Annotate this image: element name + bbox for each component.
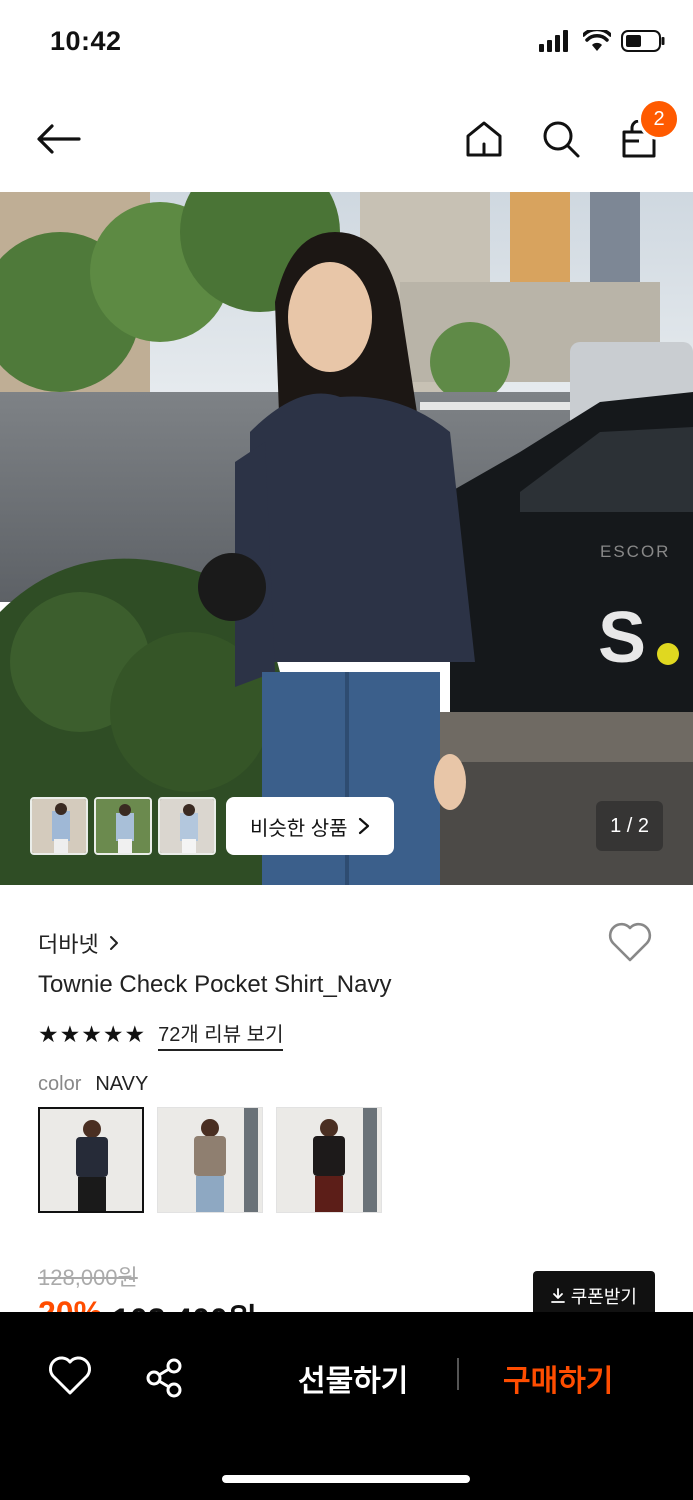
cart-button[interactable]: 2 bbox=[614, 98, 680, 164]
color-swatch-navy[interactable] bbox=[38, 1107, 144, 1213]
status-bar: 10:42 bbox=[0, 0, 693, 86]
svg-text:ESCOR: ESCOR bbox=[600, 542, 670, 561]
home-icon bbox=[466, 121, 502, 157]
reviews-link[interactable]: 72개 리뷰 보기 bbox=[158, 1018, 284, 1051]
wishlist-button[interactable] bbox=[607, 921, 653, 967]
buy-button[interactable]: 구매하기 bbox=[503, 1356, 613, 1400]
thumbnail[interactable] bbox=[94, 797, 152, 855]
top-nav: 2 bbox=[0, 86, 693, 192]
battery-icon bbox=[621, 30, 665, 52]
signal-icon bbox=[539, 30, 568, 52]
product-photo: ESCOR S bbox=[0, 192, 693, 885]
home-button[interactable] bbox=[459, 114, 509, 164]
share-button[interactable] bbox=[142, 1356, 186, 1400]
rating-row: ★★★★★ 72개 리뷰 보기 bbox=[38, 1018, 284, 1051]
color-value: NAVY bbox=[95, 1073, 149, 1095]
bottom-action-bar: 선물하기 구매하기 bbox=[0, 1312, 693, 1500]
home-indicator bbox=[222, 1475, 470, 1483]
divider bbox=[457, 1358, 459, 1390]
product-title: Townie Check Pocket Shirt_Navy bbox=[38, 971, 392, 998]
back-arrow-icon bbox=[37, 124, 81, 154]
share-icon bbox=[146, 1358, 182, 1398]
bottom-wishlist-button[interactable] bbox=[48, 1356, 92, 1400]
chevron-right-icon bbox=[109, 936, 118, 950]
status-time: 10:42 bbox=[50, 26, 122, 56]
color-label: color bbox=[38, 1073, 82, 1095]
image-page-indicator: 1 / 2 bbox=[596, 801, 663, 851]
coupon-label: 쿠폰받기 bbox=[570, 1287, 637, 1307]
original-price: 128,000원 bbox=[38, 1265, 138, 1290]
brand-link[interactable]: 더바넷 bbox=[38, 927, 119, 959]
search-button[interactable] bbox=[536, 114, 586, 164]
brand-name: 더바넷 bbox=[38, 932, 99, 957]
heart-icon bbox=[49, 1356, 91, 1395]
heart-icon bbox=[608, 922, 652, 962]
color-row: color NAVY bbox=[38, 1073, 148, 1096]
svg-text:S: S bbox=[598, 598, 646, 678]
download-icon bbox=[550, 1288, 565, 1303]
color-swatch-beige[interactable] bbox=[157, 1107, 263, 1213]
color-swatches bbox=[38, 1107, 382, 1213]
gift-button[interactable]: 선물하기 bbox=[298, 1356, 408, 1400]
product-image[interactable]: ESCOR S 비슷한 상품 1 / 2 bbox=[0, 192, 693, 885]
back-button[interactable] bbox=[34, 114, 84, 164]
similar-products-button[interactable]: 비슷한 상품 bbox=[226, 797, 394, 855]
thumbnail[interactable] bbox=[30, 797, 88, 855]
chevron-right-icon bbox=[358, 817, 369, 835]
star-rating: ★★★★★ bbox=[38, 1021, 147, 1047]
similar-products-label: 비슷한 상품 bbox=[250, 817, 348, 840]
cart-count-badge: 2 bbox=[638, 98, 680, 140]
color-swatch-black[interactable] bbox=[276, 1107, 382, 1213]
search-icon bbox=[543, 121, 580, 158]
thumbnail-strip: 비슷한 상품 bbox=[30, 797, 394, 855]
status-icons bbox=[539, 30, 665, 52]
thumbnail[interactable] bbox=[158, 797, 216, 855]
wifi-icon bbox=[583, 30, 611, 51]
